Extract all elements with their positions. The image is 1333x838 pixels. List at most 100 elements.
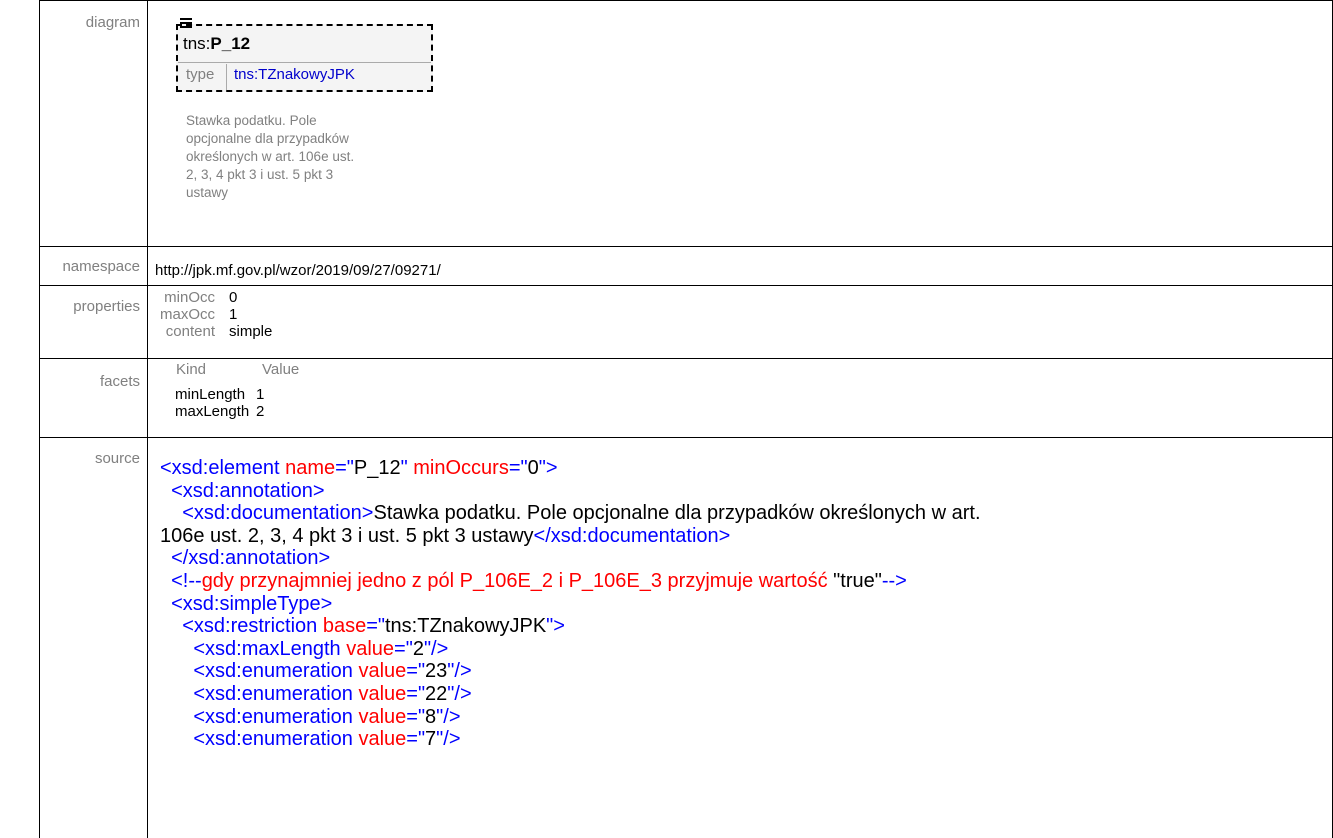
source-token: <xsd:restriction <box>182 615 323 638</box>
source-token: <xsd:element <box>160 457 286 479</box>
top-border <box>39 0 1333 1</box>
source-token: name <box>285 457 336 479</box>
row-label-facets: facets <box>99 373 140 390</box>
source-token <box>160 683 193 705</box>
property-key: content <box>165 323 215 340</box>
source-token: <xsd:enumeration <box>193 705 359 728</box>
doc-line: 2, 3, 4 pkt 3 i ust. 5 pkt 3 <box>186 167 334 182</box>
source-token: 23 <box>425 660 448 683</box>
row-divider <box>39 437 1333 438</box>
source-line: <xsd:enumeration value="23"/> <box>160 660 1325 683</box>
source-token: <xsd:enumeration <box>193 728 359 751</box>
source-token <box>160 502 182 524</box>
source-token: =" <box>335 457 354 479</box>
source-token: gdy przynajmniej jedno z pól P_106E_2 i … <box>201 569 834 592</box>
source-token: tns:TZnakowyJPK <box>385 615 547 638</box>
property-value: 0 <box>229 289 238 306</box>
source-token: <xsd:annotation> <box>171 479 325 502</box>
source-token: "/> <box>447 682 472 705</box>
doc-line: Stawka podatku. Pole <box>186 113 317 128</box>
source-token: </xsd:annotation> <box>171 547 331 570</box>
source-token <box>160 660 193 682</box>
source-token: --> <box>881 569 907 592</box>
source-token <box>160 570 171 592</box>
row-divider <box>39 358 1333 359</box>
source-line: <xsd:annotation> <box>160 480 1325 503</box>
facets-header-kind: Kind <box>176 361 207 378</box>
row-divider <box>39 285 1333 286</box>
property-key: minOcc <box>164 289 215 306</box>
facet-value: 1 <box>256 386 265 403</box>
source-token: =" <box>406 660 426 683</box>
source-line: <xsd:restriction base="tns:TZnakowyJPK"> <box>160 615 1325 638</box>
source-token: =" <box>508 457 528 479</box>
source-token: value <box>358 728 407 751</box>
source-line: <xsd:element name="P_12" minOccurs="0"> <box>160 457 1325 480</box>
element-name: tns:P_12 <box>183 34 251 53</box>
source-token <box>160 638 193 660</box>
source-token <box>160 547 171 569</box>
source-token: <xsd:enumeration <box>193 660 359 683</box>
row-divider <box>39 246 1333 247</box>
source-token: "/> <box>423 637 449 660</box>
source-token: " <box>400 457 414 479</box>
facet-value: 2 <box>256 403 265 420</box>
row-label-source: source <box>94 450 140 467</box>
source-token: =" <box>406 705 426 728</box>
source-token: <!-- <box>171 569 202 592</box>
property-key: maxOcc <box>159 306 215 323</box>
row-label-diagram: diagram <box>85 14 140 31</box>
source-token: =" <box>366 615 385 638</box>
doc-line: opcjonalne dla przypadków <box>186 131 349 146</box>
source-line: <xsd:maxLength value="2"/> <box>160 638 1325 661</box>
source-token: "> <box>538 457 558 479</box>
source-token: 8 <box>425 705 437 728</box>
source-line: </xsd:annotation> <box>160 547 1325 570</box>
source-token <box>160 480 171 502</box>
diagram-documentation: Stawka podatku. Pole opcjonalne dla przy… <box>186 112 406 202</box>
source-token: "/> <box>447 660 472 683</box>
source-token <box>160 728 193 750</box>
source-token: value <box>358 705 407 728</box>
element-content-icon <box>180 18 192 30</box>
source-token: 2 <box>412 637 424 660</box>
diagram-type-link[interactable]: tns:TZnakowyJPK <box>234 66 355 83</box>
facets-header-value: Value <box>262 361 300 378</box>
source-token: 7 <box>425 728 437 751</box>
source-token: =" <box>406 728 426 751</box>
source-token: "/> <box>436 705 461 728</box>
source-line: <xsd:enumeration value="7"/> <box>160 728 1325 751</box>
doc-line: ustawy <box>186 185 229 200</box>
source-token <box>160 706 193 728</box>
source-line: <xsd:simpleType> <box>160 593 1325 616</box>
source-token: "/> <box>436 728 461 751</box>
diagram-type-divider <box>226 64 227 90</box>
source-line: 106e ust. 2, 3, 4 pkt 3 i ust. 5 pkt 3 u… <box>160 525 1325 548</box>
source-line: <xsd:documentation>Stawka podatku. Pole … <box>160 502 1325 525</box>
left-border <box>39 0 40 838</box>
source-token: </xsd:documentation> <box>533 524 731 547</box>
source-token: P_12 <box>353 457 401 479</box>
source-code[interactable]: <xsd:element name="P_12" minOccurs="0"> … <box>160 457 1325 751</box>
source-token: =" <box>394 637 413 660</box>
property-value: simple <box>229 323 273 340</box>
column-divider <box>147 0 148 838</box>
doc-line: określonych w art. 106e ust. <box>186 149 355 164</box>
source-token <box>160 615 182 637</box>
source-token: "> <box>546 615 565 638</box>
row-label-namespace: namespace <box>62 258 140 275</box>
source-token <box>160 593 171 615</box>
source-token: value <box>346 637 395 660</box>
facet-kind: minLength <box>175 386 246 403</box>
source-token: 0 <box>527 457 539 479</box>
source-token: base <box>322 615 367 638</box>
source-line: <xsd:enumeration value="8"/> <box>160 706 1325 729</box>
source-token: Stawka podatku. Pole opcjonalne dla przy… <box>373 502 981 525</box>
source-token: value <box>358 660 407 683</box>
facet-kind: maxLength <box>175 403 250 420</box>
diagram-divider <box>178 62 431 63</box>
source-token: 22 <box>425 682 448 705</box>
row-label-properties: properties <box>73 298 140 315</box>
property-value: 1 <box>229 306 238 323</box>
source-token: <xsd:enumeration <box>193 682 359 705</box>
